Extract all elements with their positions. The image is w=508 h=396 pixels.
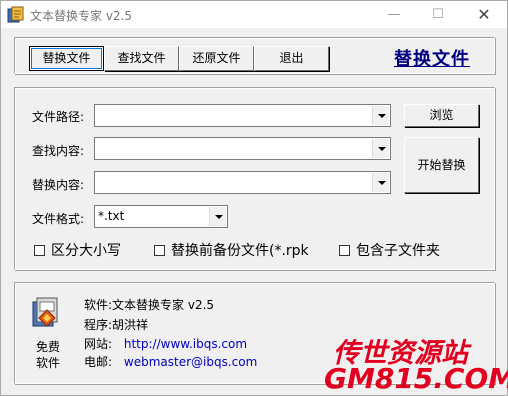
file-format-value: *.txt — [98, 209, 125, 223]
watermark-line2: GM815.COM — [324, 362, 508, 395]
include-subfolders-checkbox[interactable]: 包含子文件夹 — [339, 240, 440, 259]
file-format-label: 文件格式: — [32, 212, 85, 226]
website-link[interactable]: http://www.ibqs.com — [124, 337, 247, 351]
maximize-icon[interactable]: ☐ — [415, 1, 461, 28]
find-content-combo[interactable] — [94, 137, 391, 160]
browse-button[interactable]: 浏览 — [404, 104, 479, 127]
title-bar[interactable]: 文本替换专家 v2.5 — ☐ ✕ — [1, 1, 507, 28]
section-heading: 替换文件 — [394, 49, 470, 70]
replace-files-tab-button[interactable]: 替换文件 — [29, 46, 104, 71]
exit-button[interactable]: 退出 — [254, 46, 329, 71]
close-icon[interactable]: ✕ — [461, 1, 507, 28]
checkbox-icon[interactable] — [34, 244, 45, 256]
window-title: 文本替换专家 v2.5 — [30, 9, 133, 23]
chevron-down-icon[interactable] — [372, 139, 389, 158]
restore-files-tab-button[interactable]: 还原文件 — [179, 46, 254, 71]
minimize-icon[interactable]: — — [371, 1, 417, 28]
app-window: 文本替换专家 v2.5 — ☐ ✕ 替换文件 查找文件 还原文件 退出 替换文件… — [0, 0, 508, 396]
chevron-down-icon[interactable] — [372, 106, 389, 125]
find-files-tab-button[interactable]: 查找文件 — [104, 46, 179, 71]
website-label: 网站: — [84, 337, 113, 351]
chevron-down-icon[interactable] — [372, 173, 389, 192]
website-line: 网站: http://www.ibqs.com — [84, 335, 247, 352]
software-name: 软件:文本替换专家 v2.5 — [84, 298, 215, 312]
software-package-icon — [32, 297, 58, 327]
replace-content-label: 替换内容: — [32, 178, 85, 192]
file-path-label: 文件路径: — [32, 110, 85, 124]
file-path-combo[interactable] — [94, 104, 391, 127]
case-sensitive-checkbox[interactable]: 区分大小写 — [34, 240, 121, 259]
find-content-label: 查找内容: — [32, 144, 85, 158]
checkbox-icon[interactable] — [154, 244, 165, 256]
author-line: 程序:胡洪祥 — [84, 318, 149, 332]
checkbox-icon[interactable] — [339, 244, 350, 256]
backup-label: 替换前备份文件(*.rpk — [171, 243, 309, 259]
replace-content-combo[interactable] — [94, 171, 391, 194]
email-link[interactable]: webmaster@ibqs.com — [124, 355, 257, 369]
file-format-select[interactable]: *.txt — [94, 205, 228, 228]
email-label: 电邮: — [84, 355, 113, 369]
case-sensitive-label: 区分大小写 — [51, 243, 121, 259]
free-software-label: 免费软件 — [35, 340, 60, 370]
chevron-down-icon[interactable] — [209, 207, 226, 226]
include-subfolders-label: 包含子文件夹 — [356, 243, 440, 259]
start-replace-button[interactable]: 开始替换 — [404, 137, 479, 193]
app-icon — [7, 6, 24, 23]
backup-checkbox[interactable]: 替换前备份文件(*.rpk — [154, 240, 309, 259]
email-line: 电邮: webmaster@ibqs.com — [84, 353, 257, 370]
